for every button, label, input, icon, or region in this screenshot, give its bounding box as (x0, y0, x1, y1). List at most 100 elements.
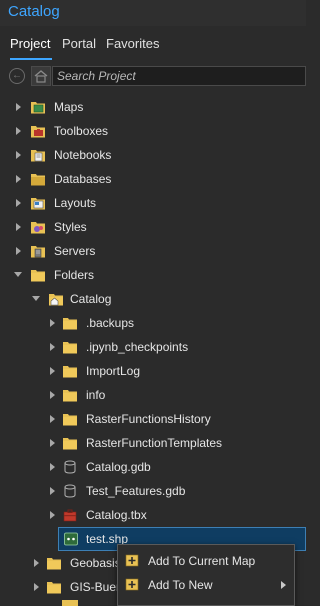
tree-item-label: ImportLog (86, 364, 141, 378)
tree-item-label: Servers (54, 244, 96, 258)
tree-item-folder[interactable]: RasterFunctionTemplates (0, 431, 306, 455)
pane-title: Catalog (8, 3, 60, 20)
tree-item-maps[interactable]: Maps (0, 95, 306, 119)
maps-folder-icon (31, 102, 45, 114)
geodatabase-icon (64, 460, 76, 474)
geodatabase-icon (64, 484, 76, 498)
home-icon (34, 70, 48, 83)
styles-folder-icon (31, 222, 45, 234)
add-data-icon (125, 554, 139, 567)
tab-portal[interactable]: Portal (62, 36, 96, 51)
expand-arrow-icon[interactable] (50, 511, 55, 519)
expand-arrow-icon[interactable] (50, 463, 55, 471)
folder-icon (47, 582, 61, 594)
folder-icon (47, 558, 61, 570)
folder-icon-partial (62, 600, 78, 606)
tree-item-label: Catalog (70, 292, 112, 306)
expand-arrow-icon[interactable] (50, 343, 55, 351)
home-folder-icon (49, 294, 63, 306)
pane-title-bar: Catalog (0, 0, 306, 26)
back-icon[interactable]: ← (9, 68, 25, 84)
tree-item-label: .ipynb_checkpoints (86, 340, 189, 354)
expand-arrow-icon[interactable] (16, 199, 21, 207)
tree-item-toolbox[interactable]: Catalog.tbx (0, 503, 306, 527)
expand-arrow-icon[interactable] (34, 559, 39, 567)
menu-item-label: Add To Current Map (148, 554, 256, 568)
tree-item-notebooks[interactable]: Notebooks (0, 143, 306, 167)
folder-icon (63, 342, 77, 354)
tab-favorites[interactable]: Favorites (106, 36, 159, 51)
tree-item-folders[interactable]: Folders (0, 263, 306, 287)
project-home-button[interactable] (31, 66, 51, 86)
folder-icon (31, 270, 45, 282)
menu-item-add-to-new[interactable]: Add To New (118, 573, 294, 597)
expand-arrow-icon[interactable] (16, 247, 21, 255)
tree-item-label: Catalog.gdb (86, 460, 151, 474)
tree-item-styles[interactable]: Styles (0, 215, 306, 239)
catalog-tabs: Project Portal Favorites (0, 30, 306, 60)
folder-icon (63, 318, 77, 330)
tree-item-label: Notebooks (54, 148, 112, 162)
expand-arrow-icon[interactable] (50, 439, 55, 447)
tree-item-label: Maps (54, 100, 84, 114)
server-folder-icon (31, 246, 45, 258)
search-field[interactable] (52, 66, 306, 86)
layout-folder-icon (31, 198, 45, 210)
tree-item-geodatabase[interactable]: Test_Features.gdb (0, 479, 306, 503)
active-tab-indicator (10, 58, 52, 60)
tree-item-label: Catalog.tbx (86, 508, 147, 522)
menu-item-add-to-current-map[interactable]: Add To Current Map (118, 549, 294, 573)
toolbox-icon (63, 509, 77, 522)
tree-item-catalog-folder[interactable]: Catalog (0, 287, 306, 311)
search-input[interactable] (57, 67, 297, 85)
tree-item-geodatabase[interactable]: Catalog.gdb (0, 455, 306, 479)
expand-arrow-icon[interactable] (16, 127, 21, 135)
tree-item-folder[interactable]: RasterFunctionsHistory (0, 407, 306, 431)
menu-item-label: Add To New (148, 578, 213, 592)
tree-item-label: Geobasis (70, 556, 121, 570)
folder-icon (63, 366, 77, 378)
tree-item-toolboxes[interactable]: Toolboxes (0, 119, 306, 143)
notebook-folder-icon (31, 150, 45, 162)
expand-arrow-icon[interactable] (50, 319, 55, 327)
expand-arrow-icon[interactable] (16, 223, 21, 231)
folder-icon (63, 390, 77, 402)
tree-item-label: info (86, 388, 106, 402)
tree-item-folder[interactable]: info (0, 383, 306, 407)
collapse-arrow-icon[interactable] (14, 272, 22, 277)
tree-item-layouts[interactable]: Layouts (0, 191, 306, 215)
tree-item-label: Toolboxes (54, 124, 109, 138)
submenu-arrow-icon (281, 581, 286, 589)
expand-arrow-icon[interactable] (34, 583, 39, 591)
toolbox-folder-icon (31, 126, 45, 138)
tree-item-label: RasterFunctionTemplates (86, 436, 223, 450)
expand-arrow-icon[interactable] (50, 415, 55, 423)
tree-item-label: Databases (54, 172, 112, 186)
tree-item-label: Test_Features.gdb (86, 484, 186, 498)
tree-item-databases[interactable]: Databases (0, 167, 306, 191)
tree-item-label: .backups (86, 316, 135, 330)
tab-project[interactable]: Project (10, 36, 50, 51)
tree-item-servers[interactable]: Servers (0, 239, 306, 263)
expand-arrow-icon[interactable] (16, 103, 21, 111)
expand-arrow-icon[interactable] (16, 151, 21, 159)
shapefile-icon (64, 532, 78, 546)
collapse-arrow-icon[interactable] (32, 296, 40, 301)
tree-item-label: GIS-Buer (70, 580, 121, 594)
tree-item-label: Layouts (54, 196, 97, 210)
context-menu: Add To Current Map Add To New (117, 544, 295, 606)
tree-item-folder[interactable]: ImportLog (0, 359, 306, 383)
tree-item-folder[interactable]: .backups (0, 311, 306, 335)
search-row: ← (0, 64, 306, 90)
expand-arrow-icon[interactable] (16, 175, 21, 183)
expand-arrow-icon[interactable] (50, 487, 55, 495)
expand-arrow-icon[interactable] (50, 367, 55, 375)
add-data-icon (125, 578, 139, 591)
tree-item-folder[interactable]: .ipynb_checkpoints (0, 335, 306, 359)
tree-item-label: Folders (54, 268, 95, 282)
folder-icon (63, 414, 77, 426)
expand-arrow-icon[interactable] (50, 391, 55, 399)
database-folder-icon (31, 174, 45, 186)
tree-item-label: Styles (54, 220, 87, 234)
tree-item-label: RasterFunctionsHistory (86, 412, 211, 426)
